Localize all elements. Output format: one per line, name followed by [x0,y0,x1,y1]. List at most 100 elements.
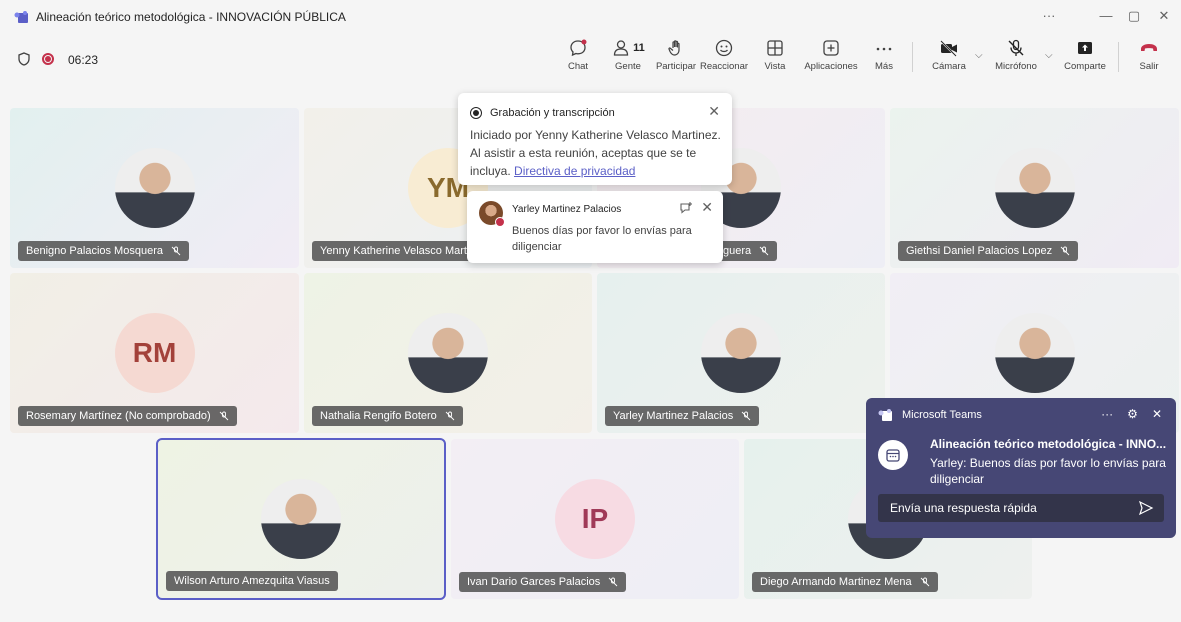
participant-tile[interactable]: RM Rosemary Martínez (No comprobado) [10,273,299,433]
recording-notice-body: Iniciado por Yenny Katherine Velasco Mar… [470,126,726,180]
toast-close-icon[interactable]: ✕ [1152,407,1162,421]
shield-icon[interactable] [18,52,30,66]
react-label: Reaccionar [699,61,749,72]
participant-nametag: Rosemary Martínez (No comprobado) [18,406,237,426]
participant-avatar [408,313,488,393]
participant-tile[interactable]: Giethsi Daniel Palacios Lopez [890,108,1179,268]
participant-tile[interactable]: Yarley Martinez Palacios [597,273,885,433]
participant-nametag: Ivan Dario Garces Palacios [459,572,627,592]
participant-nametag: Giethsi Daniel Palacios Lopez [898,241,1079,261]
toolbar-divider [1118,42,1119,72]
chat-sender-name: Yarley Martinez Palacios [512,204,622,215]
participant-name: Benigno Palacios Mosquera [26,245,163,257]
view-label: Vista [764,61,786,72]
raise-hand-label: Participar [655,61,697,72]
mic-button[interactable]: Micrófono [992,38,1040,78]
participant-tile-active[interactable]: Wilson Arturo Amezquita Viasus [156,438,446,600]
share-button[interactable]: Comparte [1062,38,1108,78]
toast-app-header: Microsoft Teams [878,409,982,421]
participant-tile[interactable]: Benigno Palacios Mosquera [10,108,299,268]
restore-button[interactable]: ▢ [1121,8,1147,24]
recording-indicator-icon [42,53,54,65]
close-window-button[interactable]: ✕ [1151,8,1177,24]
mic-off-icon [1060,246,1070,256]
quick-reply-input[interactable]: Envía una respuesta rápida [878,494,1164,522]
participant-name: Yarley Martinez Palacios [613,410,734,422]
toast-message: Yarley: Buenos días por favor lo envías … [930,456,1166,486]
mic-off-icon [920,577,929,587]
hand-icon [668,40,680,56]
privacy-policy-link[interactable]: Directiva de privacidad [514,164,635,178]
participant-avatar [994,313,1075,393]
teams-notification-toast[interactable]: Microsoft Teams ··· ⚙ ✕ Alineación teóri… [866,398,1176,538]
participant-nametag: Diego Armando Martinez Mena [752,572,938,592]
mic-off-icon [171,246,181,256]
record-icon [470,107,482,119]
people-count: 11 [633,42,645,54]
view-button[interactable]: Vista [760,38,790,78]
participant-avatar [114,148,195,228]
meeting-timer: 06:23 [68,53,99,67]
toolbar-divider [912,42,913,72]
raise-hand-button[interactable]: Participar [654,38,698,78]
camera-button[interactable]: Cámara [928,38,970,78]
minimize-button[interactable]: — [1093,8,1119,23]
close-icon[interactable]: ✕ [701,199,713,216]
camera-options-icon[interactable]: ⌵ [975,50,983,61]
participant-nametag: Yarley Martinez Palacios [605,406,760,426]
toast-more-icon[interactable]: ··· [1101,407,1113,421]
chat-label: Chat [567,61,589,72]
teams-logo-icon [14,11,28,23]
more-icon [876,47,892,51]
quick-reply-placeholder: Envía una respuesta rápida [890,501,1037,515]
more-label: Más [875,61,893,72]
window-more-icon[interactable]: ··· [1036,8,1062,23]
leave-label: Salir [1139,61,1159,72]
sender-avatar [479,201,505,227]
chat-message-text: Buenos días por favor lo envías para dil… [512,225,692,253]
toast-controls: ··· ⚙ ✕ [1101,407,1162,421]
participant-avatar: RM [114,313,195,393]
add-app-icon [823,40,839,56]
participant-name: guera [723,245,752,257]
participant-avatar [701,313,781,393]
title-bar: Alineación teórico metodológica - INNOVA… [0,0,1181,34]
share-label: Comparte [1064,61,1106,72]
apps-button[interactable]: Aplicaciones [802,38,860,78]
participant-name: Ivan Dario Garces Palacios [467,576,601,588]
mic-off-icon [219,411,228,421]
participant-nametag: Wilson Arturo Amezquita Viasus [166,571,338,591]
toast-app-name: Microsoft Teams [902,409,982,421]
toast-title: Alineación teórico metodológica - INNO..… [930,437,1166,451]
calendar-icon [878,440,908,470]
chat-button[interactable]: Chat [560,38,596,78]
participant-avatar: IP [555,479,635,559]
leave-button[interactable]: Salir [1134,38,1164,78]
hang-up-icon [1141,44,1157,51]
participant-name: Giethsi Daniel Palacios Lopez [906,245,1053,257]
react-button[interactable]: Reaccionar [699,38,749,78]
participant-tile[interactable]: IP Ivan Dario Garces Palacios [451,439,739,599]
camera-off-icon [940,40,957,57]
people-icon [614,40,629,56]
participant-name: Wilson Arturo Amezquita Viasus [174,575,330,587]
people-button[interactable]: 11 Gente [608,38,648,78]
chat-message-popup[interactable]: Yarley Martinez Palacios ✕ Buenos días p… [467,191,723,263]
close-icon[interactable]: ✕ [708,103,720,120]
people-label: Gente [615,61,641,72]
participant-avatar [994,148,1075,228]
window-title: Alineación teórico metodológica - INNOVA… [36,10,346,24]
mic-label: Micrófono [995,61,1037,72]
send-icon[interactable] [1138,500,1154,516]
more-button[interactable]: Más [870,38,898,78]
toast-settings-icon[interactable]: ⚙ [1127,407,1138,421]
reply-in-chat-icon[interactable] [679,201,693,215]
participant-nametag: guera [715,241,778,261]
mic-options-icon[interactable]: ⌵ [1045,50,1053,61]
participant-avatar [261,479,341,559]
participant-name: Yenny Katherine Velasco Martinez [320,245,488,257]
mic-off-icon [445,411,455,421]
participant-name: Rosemary Martínez (No comprobado) [26,410,211,422]
participant-tile[interactable]: Nathalia Rengifo Botero [304,273,592,433]
mic-off-icon [759,246,769,256]
